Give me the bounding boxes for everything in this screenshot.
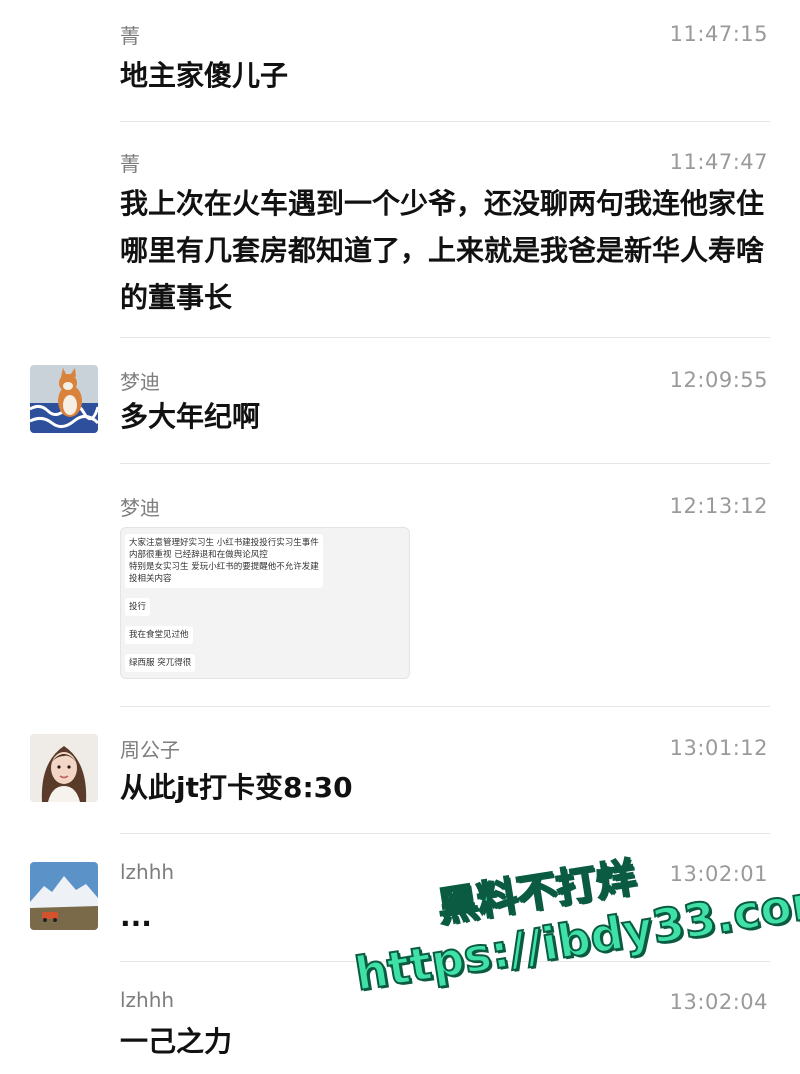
sender-name: 周公子 xyxy=(120,738,180,762)
cat-avatar[interactable] xyxy=(30,365,98,433)
message-text: 从此jt打卡变8:30 xyxy=(120,771,353,804)
quoted-image[interactable]: 大家注意管理好实习生 小红书建投投行实习生事件 内部很重视 已经辞退和在做舆论风… xyxy=(120,527,410,679)
message-text: 一己之力 xyxy=(120,1025,233,1058)
message-time: 13:01:12 xyxy=(669,736,768,760)
quoted-message: 投行 xyxy=(125,598,151,616)
message-time: 12:13:12 xyxy=(669,494,768,518)
sender-name: lzhhh xyxy=(120,988,175,1012)
woman-avatar[interactable] xyxy=(30,734,98,802)
message-time: 12:09:55 xyxy=(669,368,768,392)
message-time: 11:47:15 xyxy=(669,22,768,46)
sender-name: lzhhh xyxy=(120,860,175,884)
message-text: 地主家傻儿子 xyxy=(120,59,289,92)
quoted-message: 大家注意管理好实习生 小红书建投投行实习生事件 内部很重视 已经辞退和在做舆论风… xyxy=(125,534,323,588)
divider xyxy=(120,121,770,122)
quoted-message: 绿西服 突兀得很 xyxy=(125,654,196,672)
sender-name: 菁 xyxy=(120,24,140,48)
quoted-message: 我在食堂见过他 xyxy=(125,626,193,644)
divider xyxy=(120,463,770,464)
sender-name: 梦迪 xyxy=(120,496,160,520)
message-time: 13:02:04 xyxy=(669,990,768,1014)
sender-name: 梦迪 xyxy=(120,370,160,394)
divider xyxy=(120,337,770,338)
message-text: 我上次在火车遇到一个少爷，还没聊两句我连他家住哪里有几套房都知道了，上来就是我爸… xyxy=(120,187,765,314)
mountain-avatar[interactable] xyxy=(30,862,98,930)
message-text: 多大年纪啊 xyxy=(120,400,261,433)
message-time: 11:47:47 xyxy=(669,150,768,174)
divider xyxy=(120,706,770,707)
sender-name: 菁 xyxy=(120,152,140,176)
